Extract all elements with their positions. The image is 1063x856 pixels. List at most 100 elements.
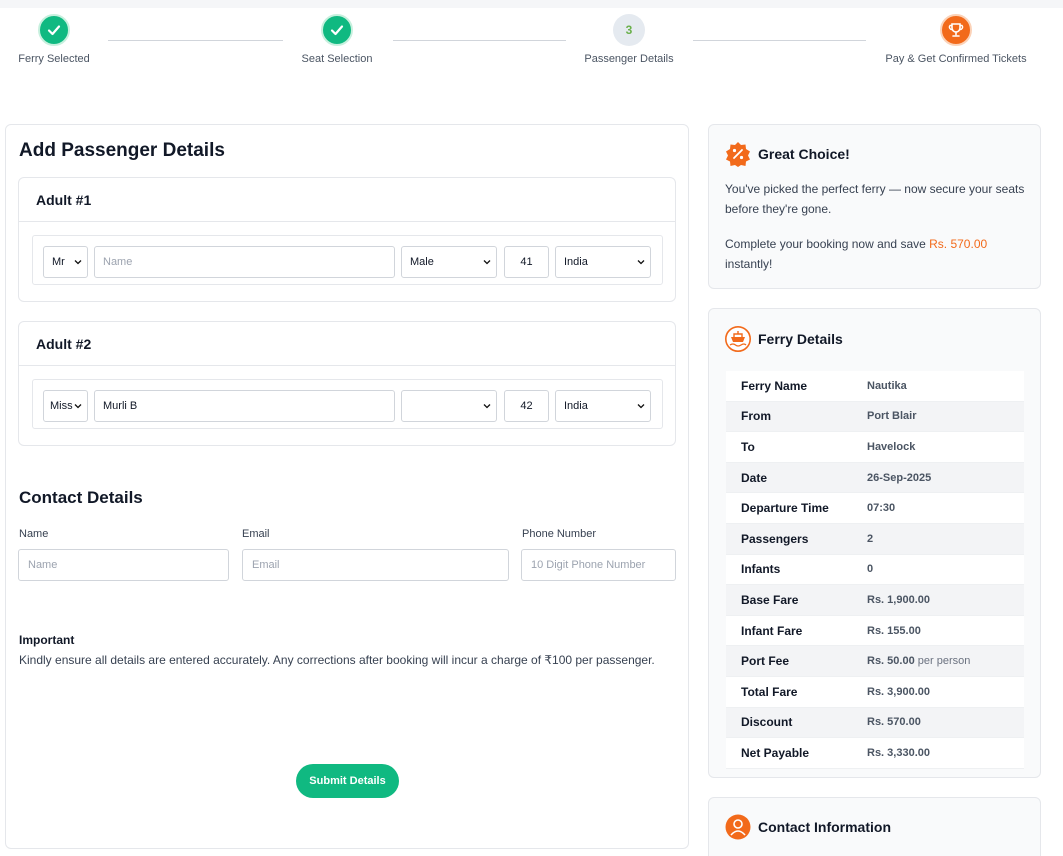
ferry-detail-label: Infants [741, 562, 781, 577]
contact-phone-label: Phone Number [522, 528, 596, 540]
ferry-details-card: Ferry Details Ferry Name Nautika From Port … [708, 308, 1041, 778]
name-input[interactable]: Murli B [94, 390, 395, 422]
step-connector [393, 40, 566, 41]
ferry-detail-amount: Rs. 155.00 [867, 624, 921, 637]
ferry-detail-label: Base Fare [741, 592, 799, 607]
ferry-detail-amount: Nautika [867, 379, 907, 392]
savings-amount: Rs. 570.00 [929, 237, 988, 251]
step-number: 3 [613, 14, 645, 46]
ferry-detail-row: Infant Fare Rs. 155.00 [726, 615, 1024, 647]
ferry-detail-amount: Rs. 3,900.00 [867, 685, 930, 698]
ferry-detail-amount: Havelock [867, 440, 916, 453]
ferry-detail-row: Departure Time 07:30 [726, 493, 1024, 524]
ferry-details-table: Ferry Name Nautika From Port Blair To Haveloc… [726, 371, 1024, 769]
ferry-details-title: Ferry Details [758, 331, 843, 347]
contact-information-header: Contact Information [725, 814, 891, 840]
chevron-down-icon [74, 404, 82, 409]
ferry-detail-value: Nautika [867, 380, 907, 392]
gender-select[interactable] [401, 390, 497, 422]
ferry-detail-value: Rs. 570.00 [867, 716, 921, 728]
ferry-detail-value: Havelock [867, 441, 915, 453]
nationality-select[interactable]: India [555, 246, 651, 278]
gender-select[interactable]: Male [401, 246, 497, 278]
age-input[interactable]: 41 [504, 246, 549, 278]
contact-details-title: Contact Details [19, 488, 143, 507]
ferry-detail-label: Net Payable [741, 745, 810, 760]
adult-card: Adult #1 Mr Name Male 41 India [18, 177, 676, 302]
step-pay: Pay & Get Confirmed Tickets [876, 14, 1036, 65]
page-title: Add Passenger Details [19, 140, 225, 161]
ferry-detail-label: Discount [741, 715, 793, 730]
ferry-detail-label: Ferry Name [741, 378, 808, 393]
adult-fields-row: Miss Murli B 42 India [32, 379, 663, 429]
ferry-detail-amount: 07:30 [867, 502, 896, 515]
contact-information-title: Contact Information [758, 819, 891, 835]
nationality-select[interactable]: India [555, 390, 651, 422]
ferry-detail-label: To [741, 439, 755, 454]
ferry-detail-label: Port Fee [741, 654, 790, 669]
ferry-detail-value: 2 [867, 533, 873, 545]
step-passenger-details: 3 Passenger Details [549, 14, 709, 65]
check-icon [38, 14, 70, 46]
ferry-detail-label: Total Fare [741, 684, 798, 699]
step-label: Passenger Details [584, 53, 674, 65]
contact-phone-input[interactable]: 10 Digit Phone Number [521, 549, 676, 581]
name-input[interactable]: Name [94, 246, 395, 278]
savings-suffix: instantly! [725, 257, 773, 271]
ferry-detail-suffix: per person [914, 655, 971, 668]
title-select[interactable]: Miss [43, 390, 88, 422]
great-choice-header: Great Choice! [725, 141, 850, 167]
contact-email-input[interactable]: Email [242, 549, 509, 581]
submit-details-button[interactable]: Submit Details [296, 764, 399, 798]
ferry-detail-amount: Port Blair [867, 410, 917, 423]
ferry-detail-row: Date 26-Sep-2025 [726, 462, 1024, 494]
step-seat-selection: Seat Selection [257, 14, 417, 65]
chevron-down-icon [637, 260, 645, 265]
important-text: Kindly ensure all details are entered ac… [19, 653, 655, 667]
ferry-detail-label: Departure Time [741, 501, 829, 516]
ferry-detail-value: Port Blair [867, 410, 917, 422]
ferry-detail-value: Rs. 3,330.00 [867, 747, 930, 759]
user-icon [725, 814, 751, 840]
ferry-detail-row: Discount Rs. 570.00 [726, 707, 1024, 739]
ferry-detail-label: Passengers [741, 531, 809, 546]
savings-prefix: Complete your booking now and save [725, 237, 930, 251]
ferry-detail-label: From [741, 409, 771, 424]
step-label: Pay & Get Confirmed Tickets [885, 53, 1027, 65]
ferry-detail-value: 07:30 [867, 502, 895, 514]
ferry-detail-amount: Rs. 570.00 [867, 716, 921, 729]
adult-heading: Adult #1 [19, 178, 675, 222]
title-value: Mr [52, 256, 65, 268]
important-title: Important [19, 633, 75, 647]
chevron-down-icon [637, 404, 645, 409]
ferry-detail-amount: Rs. 1,900.00 [867, 593, 930, 606]
ferry-detail-row: Base Fare Rs. 1,900.00 [726, 585, 1024, 616]
step-connector [693, 40, 866, 41]
ferry-detail-amount: 0 [867, 563, 874, 576]
age-input[interactable]: 42 [504, 390, 549, 422]
gender-value: Male [410, 256, 434, 268]
ferry-detail-value: Rs. 3,900.00 [867, 686, 930, 698]
ferry-detail-value: Rs. 50.00 per person [867, 655, 970, 667]
ferry-detail-row: Net Payable Rs. 3,330.00 [726, 738, 1024, 769]
ferry-detail-value: 0 [867, 563, 873, 575]
savings-message: Complete your booking now and save Rs. 5… [725, 234, 1025, 274]
adult-fields-row: Mr Name Male 41 India [32, 235, 663, 285]
ferry-detail-label: Infant Fare [741, 623, 803, 638]
ferry-detail-value: Rs. 1,900.00 [867, 594, 930, 606]
ferry-detail-amount: 26-Sep-2025 [867, 471, 932, 484]
contact-email-label: Email [242, 528, 270, 540]
step-label: Seat Selection [301, 53, 373, 65]
great-choice-card: Great Choice! You've picked the perfect … [708, 124, 1041, 289]
chevron-down-icon [483, 260, 491, 265]
contact-name-input[interactable]: Name [18, 549, 229, 581]
title-select[interactable]: Mr [43, 246, 88, 278]
contact-information-card: Contact Information [708, 797, 1041, 856]
contact-name-label: Name [19, 528, 49, 540]
ferry-detail-row: Passengers 2 [726, 523, 1024, 555]
booking-stepper: Ferry Selected Seat Selection 3 Passenge… [0, 14, 1063, 74]
ferry-detail-row: Ferry Name Nautika [726, 371, 1024, 402]
nationality-value: India [564, 256, 588, 268]
adult-heading: Adult #2 [19, 322, 675, 366]
ferry-details-header: Ferry Details [725, 326, 843, 352]
